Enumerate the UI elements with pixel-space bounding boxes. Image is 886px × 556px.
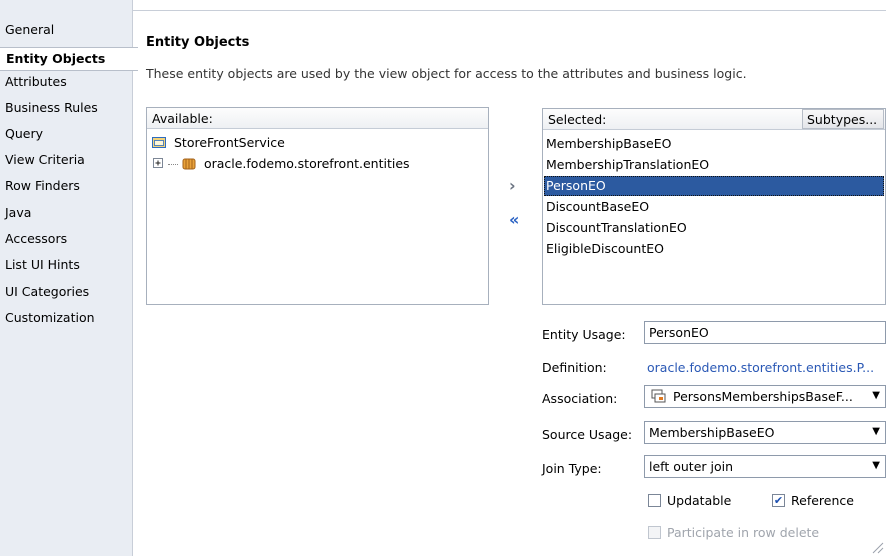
reference-checkbox[interactable]: ✔ (772, 494, 785, 507)
folder-icon (152, 137, 166, 148)
available-header-label: Available: (152, 111, 213, 126)
selected-list[interactable]: Selected: Subtypes... MembershipBaseEO M… (542, 108, 886, 305)
nav-item-view-criteria[interactable]: View Criteria (5, 152, 85, 167)
association-combo[interactable]: PersonsMembershipsBaseF... ▼ (644, 385, 886, 408)
participate-in-row-delete-checkbox[interactable] (648, 526, 661, 539)
package-icon (182, 158, 196, 170)
subtypes-button[interactable]: Subtypes... (802, 109, 884, 129)
definition-label: Definition: (542, 360, 607, 375)
entity-usage-label: Entity Usage: (542, 327, 626, 342)
nav-item-row-finders[interactable]: Row Finders (5, 178, 80, 193)
dropdown-arrow-icon: ▼ (872, 426, 880, 437)
nav-item-customization[interactable]: Customization (5, 310, 95, 325)
selected-item-discountbaseeo[interactable]: DiscountBaseEO (544, 197, 884, 217)
tree-item-label: oracle.fodemo.storefront.entities (203, 156, 410, 171)
source-usage-combo[interactable]: MembershipBaseEO ▼ (644, 421, 886, 444)
section-description: These entity objects are used by the vie… (146, 66, 747, 81)
association-icon (651, 389, 666, 403)
selected-header: Selected: Subtypes... (543, 109, 885, 130)
nav-item-java[interactable]: Java (5, 205, 31, 220)
join-type-combo[interactable]: left outer join ▼ (644, 455, 886, 478)
section-title: Entity Objects (146, 35, 250, 50)
dropdown-arrow-icon: ▼ (872, 460, 880, 471)
tree-connector (167, 164, 178, 165)
nav-item-attributes[interactable]: Attributes (5, 74, 67, 89)
add-selected-button[interactable]: › (509, 176, 516, 195)
header-divider (133, 10, 886, 11)
selected-item-personeo[interactable]: PersonEO (544, 176, 884, 196)
reference-label: Reference (791, 493, 854, 508)
nav-item-general[interactable]: General (5, 22, 54, 37)
check-mark-icon: ✔ (773, 494, 784, 507)
nav-item-accessors[interactable]: Accessors (5, 231, 67, 246)
tree-item-entities-package[interactable]: oracle.fodemo.storefront.entities (153, 156, 410, 171)
nav-item-list-ui-hints[interactable]: List UI Hints (5, 257, 80, 272)
available-header: Available: (147, 108, 488, 129)
join-type-label: Join Type: (542, 461, 602, 476)
remove-selected-button[interactable]: « (509, 210, 519, 229)
available-list[interactable]: Available: StoreFrontService oracle.fode… (146, 107, 489, 305)
entity-usage-field[interactable]: PersonEO (644, 321, 886, 344)
join-type-value: left outer join (649, 459, 734, 474)
association-label: Association: (542, 391, 618, 406)
updatable-label: Updatable (667, 493, 732, 508)
nav-item-entity-objects[interactable]: Entity Objects (0, 47, 138, 71)
updatable-checkbox[interactable] (648, 494, 661, 507)
nav-item-ui-categories[interactable]: UI Categories (5, 284, 89, 299)
selected-item-eligiblediscounteo[interactable]: EligibleDiscountEO (544, 239, 884, 259)
source-usage-label: Source Usage: (542, 427, 633, 442)
source-usage-value: MembershipBaseEO (649, 425, 775, 440)
participate-in-row-delete-label: Participate in row delete (667, 525, 820, 540)
selected-item-discounttranslationeo[interactable]: DiscountTranslationEO (544, 218, 884, 238)
definition-link[interactable]: oracle.fodemo.storefront.entities.P... (647, 360, 874, 375)
resize-grip-icon[interactable] (870, 540, 884, 554)
nav-item-business-rules[interactable]: Business Rules (5, 100, 98, 115)
tree-item-storefrontservice[interactable]: StoreFrontService (152, 135, 285, 150)
nav-divider (132, 0, 133, 556)
association-value: PersonsMembershipsBaseF... (672, 389, 853, 404)
dropdown-arrow-icon: ▼ (872, 390, 880, 401)
selected-item-membershipbaseeo[interactable]: MembershipBaseEO (544, 134, 884, 154)
tree-item-label: StoreFrontService (173, 135, 285, 150)
selected-item-membershiptranslationeo[interactable]: MembershipTranslationEO (544, 155, 884, 175)
expand-plus-icon[interactable] (153, 158, 164, 169)
nav-item-query[interactable]: Query (5, 126, 43, 141)
selected-header-label: Selected: (548, 112, 607, 127)
